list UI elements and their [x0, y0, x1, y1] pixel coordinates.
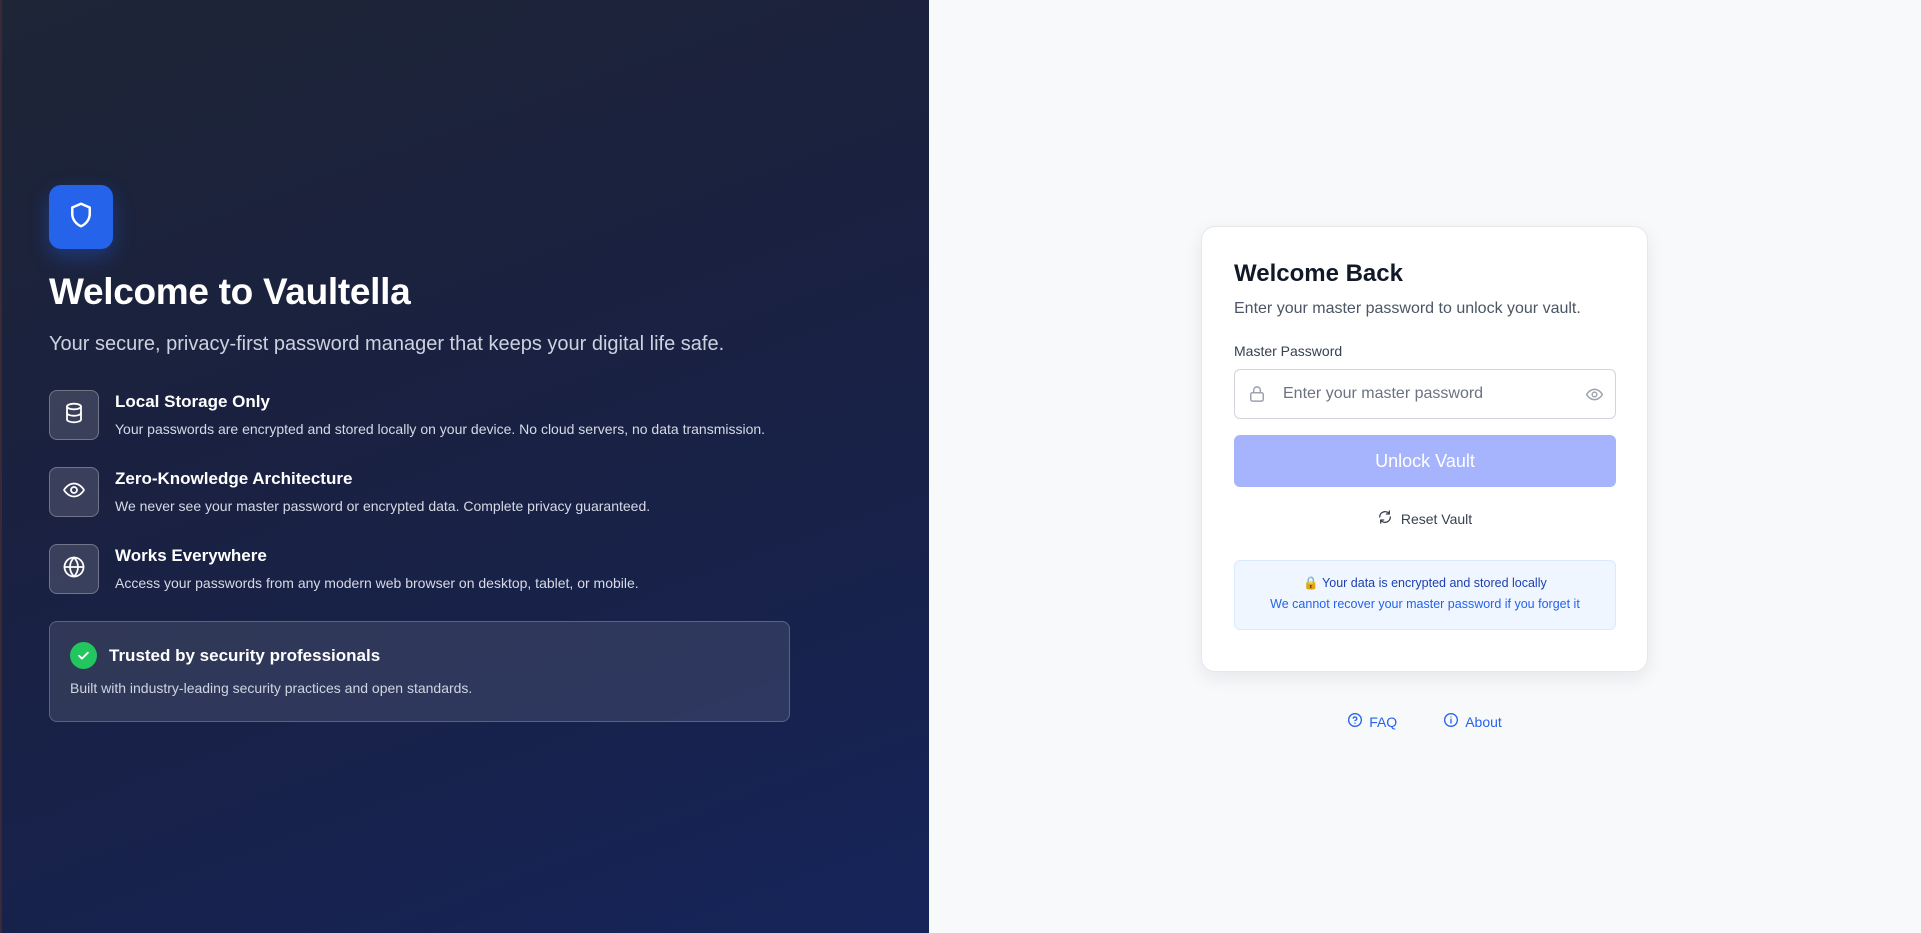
login-subtitle: Enter your master password to unlock you… [1234, 300, 1581, 317]
master-password-input[interactable] [1275, 370, 1575, 418]
feature-title: Local Storage Only [115, 392, 270, 411]
unlock-vault-button[interactable]: Unlock Vault [1234, 435, 1616, 487]
trust-header: Trusted by security professionals [70, 642, 769, 669]
help-circle-icon [1347, 712, 1363, 731]
reset-vault-label: Reset Vault [1400, 510, 1473, 527]
feature-item-local-storage: Local Storage Only Your passwords are en… [49, 390, 809, 440]
password-label: Master Password [1234, 343, 1343, 359]
faq-link[interactable]: FAQ [1347, 712, 1397, 731]
database-icon [62, 401, 86, 430]
feature-item-works-everywhere: Works Everywhere Access your passwords f… [49, 544, 809, 594]
eye-icon [62, 478, 86, 507]
trust-description: Built with industry-leading security pra… [70, 680, 473, 696]
refresh-icon [1377, 509, 1393, 528]
show-password-icon[interactable] [1585, 385, 1604, 409]
trust-card: Trusted by security professionals Built … [49, 621, 790, 722]
security-notice: 🔒 Your data is encrypted and stored loca… [1234, 560, 1616, 630]
about-link[interactable]: About [1443, 712, 1502, 731]
faq-label: FAQ [1369, 713, 1398, 730]
globe-icon [62, 555, 86, 584]
notice-primary-text: 🔒 Your data is encrypted and stored loca… [1303, 576, 1547, 590]
check-icon [70, 642, 97, 669]
about-label: About [1465, 713, 1502, 730]
feature-description: Your passwords are encrypted and stored … [115, 421, 766, 437]
feature-item-zero-knowledge: Zero-Knowledge Architecture We never see… [49, 467, 809, 517]
login-card: Welcome Back Enter your master password … [1201, 226, 1648, 672]
brand-logo [49, 185, 113, 249]
app-root: Welcome to Vaultella Your secure, privac… [0, 0, 1921, 933]
feature-text: Local Storage Only Your passwords are en… [115, 390, 765, 437]
feature-icon-container [49, 467, 99, 517]
feature-text: Works Everywhere Access your passwords f… [115, 544, 639, 591]
info-icon [1443, 712, 1459, 731]
footer-links: FAQ About [1201, 712, 1648, 731]
feature-icon-container [49, 544, 99, 594]
trust-title: Trusted by security professionals [109, 645, 381, 665]
hero-title: Welcome to Vaultella [49, 271, 411, 312]
feature-description: Access your passwords from any modern we… [115, 575, 639, 591]
login-panel: Welcome Back Enter your master password … [929, 0, 1921, 933]
hero-subtitle: Your secure, privacy-first password mana… [49, 333, 725, 355]
hero-content: Welcome to Vaultella Your secure, privac… [49, 185, 809, 722]
feature-text: Zero-Knowledge Architecture We never see… [115, 467, 650, 514]
login-title: Welcome Back [1234, 260, 1403, 287]
notice-secondary-text: We cannot recover your master password i… [1270, 597, 1580, 611]
password-field [1234, 369, 1616, 419]
hero-panel: Welcome to Vaultella Your secure, privac… [0, 0, 929, 933]
reset-vault-button[interactable]: Reset Vault [1234, 509, 1615, 528]
feature-title: Works Everywhere [115, 546, 267, 565]
lock-icon [1247, 384, 1267, 409]
feature-description: We never see your master password or enc… [115, 498, 651, 514]
feature-icon-container [49, 390, 99, 440]
feature-title: Zero-Knowledge Architecture [115, 469, 353, 488]
shield-icon [66, 200, 96, 235]
feature-list: Local Storage Only Your passwords are en… [49, 390, 809, 594]
